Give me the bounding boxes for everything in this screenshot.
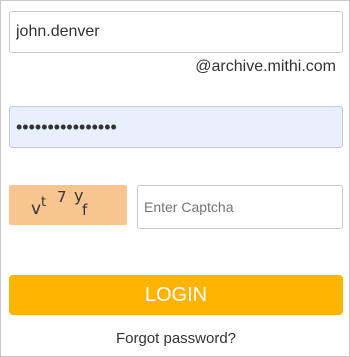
captcha-char-7: 7 xyxy=(57,188,67,206)
username-input[interactable] xyxy=(9,11,343,53)
login-panel: @archive.mithi.com v t 7 y f LOGIN Forgo… xyxy=(0,0,350,357)
domain-suffix: @archive.mithi.com xyxy=(195,58,336,75)
forgot-password-link[interactable]: Forgot password? xyxy=(1,330,350,347)
captcha-image: v t 7 y f xyxy=(9,185,127,225)
login-button[interactable]: LOGIN xyxy=(9,275,343,315)
captcha-input[interactable] xyxy=(137,185,343,229)
captcha-char-v: v xyxy=(31,199,41,219)
password-input[interactable] xyxy=(9,106,343,148)
captcha-char-t: t xyxy=(41,195,46,210)
captcha-char-f: f xyxy=(82,201,88,219)
